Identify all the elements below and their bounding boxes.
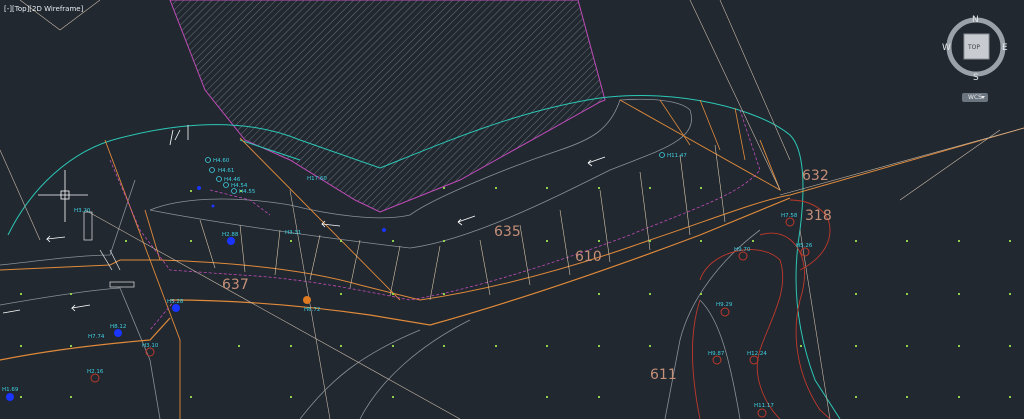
spot-height: H5.26 — [796, 243, 813, 249]
spot-height: H17.60 — [307, 176, 327, 182]
parcel-number: 635 — [494, 224, 521, 240]
spot-height: H9.29 — [716, 302, 733, 308]
spot-height: H12.24 — [747, 351, 767, 357]
view-menu[interactable]: [Top] — [12, 5, 29, 13]
spot-height: H7.74 — [88, 334, 105, 340]
grid-points — [20, 187, 1011, 398]
parcel-number: 610 — [575, 249, 602, 265]
spot-height: H11.47 — [667, 153, 687, 159]
compass-west[interactable]: W — [942, 43, 951, 53]
spot-height: H2.88 — [222, 232, 239, 238]
spot-height: H3.31 — [285, 230, 301, 236]
road-edge-left — [0, 179, 161, 419]
parcel-number: 637 — [222, 277, 249, 293]
viewport-control-menu[interactable]: [-] — [4, 5, 12, 13]
spot-height: H4.55 — [239, 189, 256, 195]
spot-height: H3.10 — [142, 343, 159, 349]
parcel-number: 632 — [802, 168, 829, 184]
compass-north[interactable]: N — [972, 15, 979, 25]
spot-height: H4.60 — [213, 158, 230, 164]
drawing-viewport[interactable]: H4.60 H4.61 H4.46 H4.54 H4.55 H17.60 H11… — [0, 0, 1024, 419]
spot-height: H6.72 — [304, 307, 320, 313]
viewport-controls: [-][Top][2D Wireframe] — [4, 5, 83, 13]
compass-east[interactable]: E — [1002, 43, 1008, 53]
parcel-numbers: 632 318 635 610 637 611 — [222, 168, 832, 383]
parcel-number: 611 — [650, 367, 677, 383]
drawing-canvas[interactable]: H4.60 H4.61 H4.46 H4.54 H4.55 H17.60 H11… — [0, 0, 1024, 419]
spot-height: H4.61 — [218, 168, 234, 174]
parcel-number: 318 — [805, 208, 832, 224]
viewcube-compass: N S E W TOP — [942, 15, 1008, 83]
spot-height: H9.70 — [734, 247, 751, 253]
ucs-menu[interactable]: WCS — [962, 93, 988, 102]
spot-height: H2.16 — [87, 369, 104, 375]
compass-south[interactable]: S — [973, 73, 979, 83]
spot-height: H3.20 — [74, 208, 91, 214]
viewcube-face-label: TOP — [967, 44, 980, 51]
spot-height: H7.58 — [781, 213, 798, 219]
spot-height: H11.17 — [754, 403, 774, 409]
road-edge-lower — [299, 319, 471, 419]
spot-height: H8.12 — [110, 324, 126, 330]
spot-height: H9.87 — [708, 351, 725, 357]
crosshair-cursor — [38, 170, 88, 222]
visual-style-menu[interactable]: [2D Wireframe] — [29, 5, 83, 13]
contour-lines — [692, 199, 831, 419]
road-line-orange — [0, 127, 1024, 301]
spot-height: H5.28 — [167, 299, 184, 305]
spot-height: H1.69 — [2, 387, 19, 393]
